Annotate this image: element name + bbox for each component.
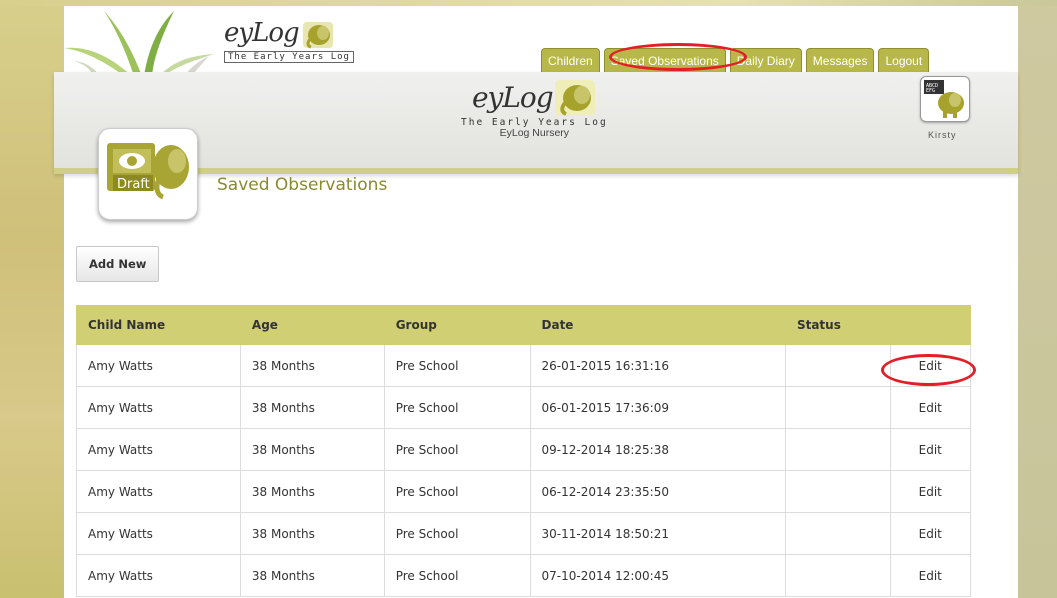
cell-age: 38 Months: [239, 554, 385, 597]
banner-logo: eyLog The Early Years Log EyLog Nursery: [461, 78, 608, 139]
table-row: Amy Watts 38 Months Pre School 26-01-201…: [76, 344, 972, 387]
edit-link[interactable]: Edit: [889, 512, 972, 555]
tab-daily-diary[interactable]: Daily Diary: [729, 48, 802, 73]
cell-age: 38 Months: [239, 344, 385, 387]
page-title: Saved Observations: [217, 175, 388, 195]
table-row: Amy Watts 38 Months Pre School 06-12-201…: [76, 470, 972, 513]
cell-child-name: Amy Watts: [76, 512, 241, 555]
logo-wordmark: eyLog: [224, 18, 300, 48]
column-header-age[interactable]: Age: [239, 305, 385, 345]
cell-child-name: Amy Watts: [76, 554, 241, 597]
user-avatar[interactable]: ABCD EFG: [920, 76, 970, 122]
cell-date: 06-12-2014 23:35:50: [529, 470, 786, 513]
banner-logo-wordmark: eyLog: [471, 81, 554, 114]
elephant-logo-icon: [302, 22, 333, 49]
cell-status: [784, 344, 891, 387]
leaves-decoration-icon: [64, 11, 214, 76]
edit-link[interactable]: Edit: [889, 386, 972, 429]
column-header-action: [889, 305, 972, 345]
cell-status: [784, 428, 891, 471]
add-new-button[interactable]: Add New: [76, 246, 160, 282]
cell-group: Pre School: [383, 554, 531, 597]
draft-icon-label: Draft: [117, 177, 150, 192]
cell-group: Pre School: [383, 470, 531, 513]
cell-status: [784, 512, 891, 555]
draft-observation-icon: Draft: [98, 128, 198, 220]
cell-group: Pre School: [383, 428, 531, 471]
column-header-group[interactable]: Group: [383, 305, 531, 345]
cell-child-name: Amy Watts: [76, 428, 241, 471]
table-row: Amy Watts 38 Months Pre School 07-10-201…: [76, 554, 972, 597]
cell-group: Pre School: [383, 386, 531, 429]
tab-saved-observations[interactable]: Saved Observations: [603, 48, 726, 73]
column-header-child-name[interactable]: Child Name: [76, 305, 241, 345]
cell-date: 07-10-2014 12:00:45: [529, 554, 786, 597]
tab-children[interactable]: Children: [541, 48, 600, 73]
user-avatar-icon: ABCD EFG: [924, 80, 964, 118]
user-name: Kirsty: [928, 130, 957, 140]
edit-link[interactable]: Edit: [889, 344, 972, 387]
cell-age: 38 Months: [239, 512, 385, 555]
header-logo[interactable]: eyLog The Early Years Log: [224, 20, 354, 63]
cell-age: 38 Months: [239, 386, 385, 429]
cell-date: 06-01-2015 17:36:09: [529, 386, 786, 429]
table-header-row: Child Name Age Group Date Status: [76, 305, 972, 345]
nursery-name: EyLog Nursery: [499, 127, 570, 139]
column-header-date[interactable]: Date: [529, 305, 786, 345]
page-container: eyLog The Early Years Log Children Saved…: [54, 6, 1018, 598]
column-header-status[interactable]: Status: [784, 305, 891, 345]
cell-status: [784, 554, 891, 597]
observations-table: Child Name Age Group Date Status Amy Wat…: [76, 305, 972, 597]
elephant-logo-icon: [554, 80, 595, 116]
cell-child-name: Amy Watts: [76, 470, 241, 513]
cell-child-name: Amy Watts: [76, 386, 241, 429]
main-nav: Children Saved Observations Daily Diary …: [541, 46, 930, 73]
edit-link[interactable]: Edit: [889, 428, 972, 471]
cell-child-name: Amy Watts: [76, 344, 241, 387]
cell-age: 38 Months: [239, 470, 385, 513]
cell-date: 26-01-2015 16:31:16: [529, 344, 786, 387]
edit-link[interactable]: Edit: [889, 470, 972, 513]
edit-link[interactable]: Edit: [889, 554, 972, 597]
tab-messages[interactable]: Messages: [805, 48, 875, 73]
cell-age: 38 Months: [239, 428, 385, 471]
background-right: [1017, 0, 1057, 598]
logo-tagline: The Early Years Log: [224, 51, 354, 63]
cell-group: Pre School: [383, 512, 531, 555]
tab-logout[interactable]: Logout: [878, 48, 930, 73]
table-row: Amy Watts 38 Months Pre School 30-11-201…: [76, 512, 972, 555]
table-row: Amy Watts 38 Months Pre School 06-01-201…: [76, 386, 972, 429]
cell-group: Pre School: [383, 344, 531, 387]
cell-date: 09-12-2014 18:25:38: [529, 428, 786, 471]
table-row: Amy Watts 38 Months Pre School 09-12-201…: [76, 428, 972, 471]
cell-status: [784, 470, 891, 513]
cell-status: [784, 386, 891, 429]
svg-text:EFG: EFG: [926, 88, 935, 94]
cell-date: 30-11-2014 18:50:21: [529, 512, 786, 555]
